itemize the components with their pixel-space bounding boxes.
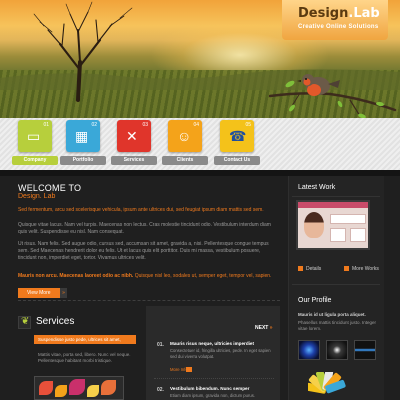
nav-tile-contact: 05 ☎ bbox=[220, 120, 254, 152]
logo-accent-text: Lab bbox=[353, 6, 380, 21]
chevron-right-icon: » bbox=[269, 325, 273, 331]
leaf-shape bbox=[101, 380, 116, 395]
nav-label-portfolio: Portfolio bbox=[60, 156, 106, 165]
welcome-heading: WELCOME TO bbox=[18, 183, 82, 193]
thumbnail-box bbox=[330, 214, 366, 224]
monitor-icon: ▭ bbox=[27, 128, 41, 144]
profile-image[interactable] bbox=[326, 340, 348, 360]
news-item-text: Etiam diam ipsum, gravida non, dictum pu… bbox=[170, 393, 255, 398]
nav-number: 01 bbox=[43, 122, 49, 128]
nav-label-contact: Contact Us bbox=[214, 156, 260, 165]
logo[interactable]: Design.Lab bbox=[298, 6, 380, 21]
section-divider bbox=[18, 300, 280, 301]
portfolio-icon: ▦ bbox=[75, 128, 89, 144]
highlight-bold: Mauris non arcu. Maecenas laoreet odio a… bbox=[18, 273, 134, 279]
nav-tile-company: 01 ▭ bbox=[18, 120, 52, 152]
nav-tile-portfolio: 02 ▦ bbox=[66, 120, 100, 152]
arrow-right-icon[interactable] bbox=[186, 367, 192, 372]
square-bullet-icon bbox=[298, 266, 303, 271]
main-navigation: 01 ▭ Company 02 ▦ Portfolio 03 ✕ Service… bbox=[0, 118, 400, 170]
page: Design.Lab Creative Online Solutions 01 … bbox=[0, 0, 400, 400]
news-item-number: 02. bbox=[157, 387, 164, 393]
more-works-link[interactable]: More Works bbox=[344, 266, 379, 272]
nav-tile-clients: 04 ☺ bbox=[168, 120, 202, 152]
sidebar-divider bbox=[292, 196, 380, 197]
more-works-label: More Works bbox=[352, 266, 379, 272]
news-item-title[interactable]: Mauris risus neque, ultricies imperdiet bbox=[170, 341, 275, 346]
details-label: Details bbox=[306, 266, 322, 272]
logo-tagline: Creative Online Solutions bbox=[298, 24, 379, 30]
thumbnail-portrait bbox=[304, 212, 324, 238]
logo-main-text: Design bbox=[298, 6, 349, 21]
leaf-shape bbox=[87, 385, 99, 397]
services-title: Services bbox=[36, 316, 75, 327]
user-icon: ☺ bbox=[177, 128, 192, 144]
leaf-shape bbox=[55, 385, 67, 397]
nav-label-clients: Clients bbox=[162, 156, 208, 165]
profile-text: Phasellus mattis tincidunt justo. Intege… bbox=[298, 320, 377, 331]
nav-number: 03 bbox=[142, 122, 148, 128]
nav-tile-services: 03 ✕ bbox=[117, 120, 151, 152]
profile-image[interactable] bbox=[298, 340, 320, 360]
header-banner: Design.Lab Creative Online Solutions bbox=[0, 0, 400, 118]
nav-number: 05 bbox=[245, 122, 251, 128]
color-swatch-fan bbox=[308, 372, 354, 400]
sidebar-divider bbox=[292, 284, 380, 285]
nav-item-company[interactable]: 01 ▭ Company bbox=[12, 120, 58, 166]
news-item-number: 01. bbox=[157, 342, 164, 348]
welcome-intro: Sed fermentum, arcu sed scelerisque vehi… bbox=[18, 207, 264, 213]
phone-icon: ☎ bbox=[229, 128, 247, 144]
news-item-text: Consectetuer id, fringilla ultricies, pe… bbox=[170, 348, 271, 359]
nav-label-company: Company bbox=[12, 156, 58, 165]
nav-number: 04 bbox=[193, 122, 199, 128]
next-label: NEXT bbox=[255, 325, 269, 331]
welcome-paragraph-2: Ut risus. Nam felis. Sed augue odio, cur… bbox=[18, 241, 269, 261]
highlight-tail: Quisque nisl leo, sodales ut, semper ege… bbox=[133, 273, 272, 279]
leaf-icon: ❦ bbox=[21, 316, 30, 327]
welcome-subheading: Design. Lab bbox=[18, 193, 56, 200]
nav-item-services[interactable]: 03 ✕ Services bbox=[111, 120, 157, 166]
leaf-shape bbox=[69, 379, 85, 395]
nav-item-clients[interactable]: 04 ☺ Clients bbox=[162, 120, 208, 166]
services-thumbnail[interactable] bbox=[34, 376, 124, 400]
thumbnail-box bbox=[330, 228, 346, 242]
latest-work-thumbnail[interactable] bbox=[296, 200, 370, 250]
news-separator bbox=[154, 378, 274, 379]
welcome-paragraph-1: Quisque vitae lacus. Nam vel turpis. Mae… bbox=[18, 222, 271, 235]
thumbnail-box bbox=[350, 228, 366, 242]
services-tagline: Suspendisse justo pede, ultrices sit ame… bbox=[34, 335, 136, 344]
profile-heading: Our Profile bbox=[298, 297, 332, 304]
nav-item-portfolio[interactable]: 02 ▦ Portfolio bbox=[60, 120, 106, 166]
leaf-shape bbox=[39, 381, 53, 395]
profile-bold-text: Mauris id ut ligula porta aliquet. bbox=[298, 312, 366, 317]
news-next-button[interactable]: NEXT » bbox=[255, 325, 273, 331]
nav-item-contact[interactable]: 05 ☎ Contact Us bbox=[214, 120, 260, 166]
thumbnail-header-bar bbox=[298, 202, 368, 208]
nav-number: 02 bbox=[91, 122, 97, 128]
tools-icon: ✕ bbox=[126, 128, 138, 144]
square-bullet-icon bbox=[344, 266, 349, 271]
profile-image[interactable] bbox=[354, 340, 376, 360]
news-item-title[interactable]: Vestibulum bibendum. Nunc semper bbox=[170, 386, 275, 391]
view-more-button[interactable]: View More bbox=[18, 288, 60, 298]
services-text: Mattis vitae, porta sed, libero. Nunc ve… bbox=[38, 352, 131, 363]
nav-label-services: Services bbox=[111, 156, 157, 165]
services-box: ❦ bbox=[18, 316, 31, 329]
details-link[interactable]: Details bbox=[298, 266, 321, 272]
view-more-arrow-icon[interactable]: » bbox=[60, 288, 67, 298]
latest-work-heading: Latest Work bbox=[298, 184, 336, 191]
welcome-highlight: Mauris non arcu. Maecenas laoreet odio a… bbox=[18, 273, 280, 280]
